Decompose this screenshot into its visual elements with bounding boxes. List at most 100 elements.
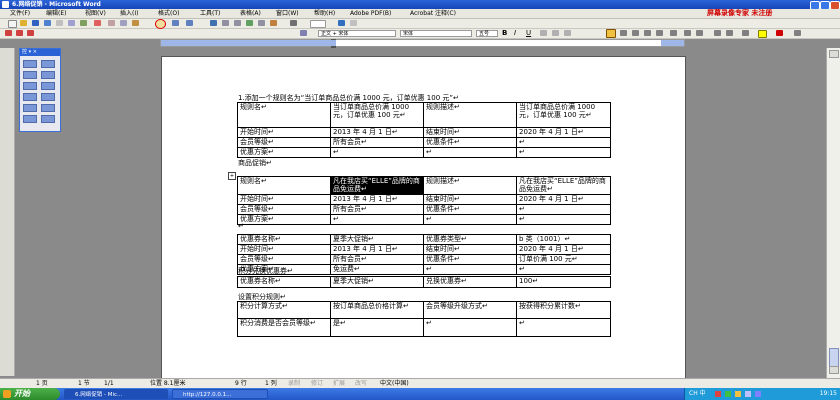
table-cell[interactable]: 2020 年 4 月 1 日↵ bbox=[516, 127, 611, 138]
table-cell[interactable]: 开始时间↵ bbox=[237, 127, 331, 138]
table-rule-1[interactable]: 规则名↵ 当订单商品总价满 1000 元，订单优惠 100 元↵ 规则描述↵ 当… bbox=[237, 102, 611, 158]
table-cell[interactable]: ↵ bbox=[423, 318, 517, 337]
italic-button[interactable]: I bbox=[514, 29, 516, 38]
table-cell[interactable]: 结束时间↵ bbox=[423, 244, 517, 255]
table-cell[interactable]: ↵ bbox=[330, 214, 424, 225]
table-cell[interactable]: ↵ bbox=[516, 204, 611, 215]
table-cell[interactable]: 订单价满 100 元↵ bbox=[516, 254, 611, 265]
table-cell[interactable]: 优惠方案↵ bbox=[237, 147, 331, 158]
design-mode-icon[interactable] bbox=[23, 60, 37, 68]
table-cell[interactable]: b 类（1001）↵ bbox=[516, 234, 611, 245]
pdf-email-icon[interactable] bbox=[16, 30, 23, 36]
table-cell[interactable]: 规则描述↵ bbox=[423, 102, 517, 128]
menu-tools[interactable]: 工具(T) bbox=[200, 9, 220, 18]
table-cell[interactable]: 优惠券名称↵ bbox=[237, 234, 331, 245]
align-right-icon[interactable] bbox=[632, 30, 639, 36]
table-cell[interactable]: 所有会员↵ bbox=[330, 204, 424, 215]
highlight-icon[interactable] bbox=[758, 30, 767, 38]
table-cell[interactable]: 会员等级升级方式↵ bbox=[423, 301, 517, 319]
textbox-control-icon[interactable] bbox=[41, 71, 55, 79]
format-painter-icon[interactable] bbox=[155, 19, 166, 29]
scroll-up-icon[interactable] bbox=[829, 50, 839, 58]
menu-table[interactable]: 表格(A) bbox=[240, 9, 261, 18]
new-icon[interactable] bbox=[8, 20, 17, 28]
table-cell[interactable]: 结束时间↵ bbox=[423, 127, 517, 138]
table-points-rules[interactable]: 积分计算方式↵ 按订单商品总价格计算↵ 会员等级升级方式↵ 按获得积分累计数↵ … bbox=[237, 301, 611, 337]
increase-indent-icon[interactable] bbox=[726, 30, 733, 36]
table-cell[interactable]: 免运费↵ bbox=[330, 264, 424, 275]
table-cell[interactable]: 优惠券名称↵ bbox=[237, 276, 331, 288]
distribute-icon[interactable] bbox=[656, 30, 663, 36]
radio-control-icon[interactable] bbox=[41, 82, 55, 90]
columns-icon[interactable] bbox=[258, 20, 265, 26]
open-icon[interactable] bbox=[20, 20, 27, 26]
menu-acrobat[interactable]: Acrobat 注释(C) bbox=[410, 9, 456, 18]
table-cell[interactable]: 100↵ bbox=[516, 276, 611, 288]
task-word[interactable]: 6.网络促销 - Mic... bbox=[64, 389, 168, 399]
bold-button[interactable]: B bbox=[502, 29, 507, 38]
toggle-control-icon[interactable] bbox=[23, 104, 37, 112]
menu-view[interactable]: 视图(V) bbox=[85, 9, 106, 18]
table-coupon[interactable]: 优惠券名称↵ 夏季大促销↵ 优惠券类型↵ b 类（1001）↵ 开始时间↵ 20… bbox=[237, 234, 611, 275]
table-cell[interactable]: 当订单商品总价满 1000 元，订单优惠 100 元↵ bbox=[330, 102, 424, 128]
heading-points-exchange[interactable]: 积分兑换优惠券↵ bbox=[238, 267, 293, 276]
tray-app-icon[interactable] bbox=[735, 391, 741, 397]
table-cell[interactable]: 会员等级↵ bbox=[237, 204, 331, 215]
table-cell[interactable]: 所有会员↵ bbox=[330, 137, 424, 148]
char-shading-icon[interactable] bbox=[552, 30, 559, 36]
table-cell[interactable]: 积分计算方式↵ bbox=[237, 301, 331, 319]
print-preview-icon[interactable] bbox=[68, 20, 75, 26]
table-cell[interactable]: 2013 年 4 月 1 日↵ bbox=[330, 244, 424, 255]
size-combo[interactable]: 五号 bbox=[476, 30, 498, 37]
vertical-scrollbar[interactable] bbox=[826, 48, 840, 378]
table-cell[interactable]: 是↵ bbox=[330, 318, 424, 337]
scroll-down-icon[interactable] bbox=[829, 366, 839, 374]
table-cell[interactable]: 优惠条件↵ bbox=[423, 254, 517, 265]
spin-control-icon[interactable] bbox=[41, 104, 55, 112]
print-icon[interactable] bbox=[56, 20, 63, 26]
zoom-combo[interactable] bbox=[310, 20, 326, 28]
char-border-icon[interactable] bbox=[540, 30, 547, 36]
table-cell[interactable]: 开始时间↵ bbox=[237, 194, 331, 205]
tray-app-icon[interactable] bbox=[725, 391, 731, 397]
empty-paragraph[interactable]: ↵ bbox=[238, 222, 244, 231]
menu-adobe-pdf[interactable]: Adobe PDF(B) bbox=[350, 9, 391, 18]
permission-icon[interactable] bbox=[44, 20, 51, 26]
table-cell[interactable]: 2013 年 4 月 1 日↵ bbox=[330, 127, 424, 138]
table-cell[interactable]: ↵ bbox=[423, 214, 517, 225]
task-browser[interactable]: http://127.0.0.1... bbox=[172, 389, 268, 399]
insert-table-icon[interactable] bbox=[234, 20, 241, 26]
table-cell[interactable]: ↵ bbox=[516, 147, 611, 158]
menu-window[interactable]: 窗口(W) bbox=[276, 9, 299, 18]
table-cell[interactable]: 积分消费是否会员等级↵ bbox=[237, 318, 331, 337]
pdf-review-icon[interactable] bbox=[27, 30, 34, 36]
menu-file[interactable]: 文件(F) bbox=[10, 9, 30, 18]
hyperlink-icon[interactable] bbox=[210, 20, 217, 26]
table-cell[interactable]: 会员等级↵ bbox=[237, 254, 331, 265]
combobox-control-icon[interactable] bbox=[41, 93, 55, 101]
input-method[interactable]: CH 中 bbox=[689, 388, 706, 400]
table-cell[interactable]: ↵ bbox=[516, 137, 611, 148]
table-cell[interactable]: 夏季大促销↵ bbox=[330, 276, 424, 288]
copy-icon[interactable] bbox=[120, 20, 127, 26]
table-cell[interactable]: 当订单商品总价满 1000 元，订单优惠 100 元↵ bbox=[516, 102, 611, 128]
menu-insert[interactable]: 插入(I) bbox=[120, 9, 138, 18]
drawing-icon[interactable] bbox=[270, 20, 277, 26]
menu-edit[interactable]: 编辑(E) bbox=[46, 9, 66, 18]
undo-icon[interactable] bbox=[172, 20, 179, 26]
table-cell[interactable]: 所有会员↵ bbox=[330, 254, 424, 265]
table-cell[interactable]: 凡在我店买“ELLE”品牌的商品免运费↵ bbox=[516, 176, 611, 195]
decrease-indent-icon[interactable] bbox=[714, 30, 721, 36]
image-control-icon[interactable] bbox=[41, 115, 55, 123]
align-center-icon[interactable] bbox=[620, 30, 627, 36]
table-cell[interactable]: 开始时间↵ bbox=[237, 244, 331, 255]
numbering-icon[interactable] bbox=[684, 30, 691, 36]
volume-icon[interactable] bbox=[745, 391, 751, 397]
table-cell[interactable]: 会员等级↵ bbox=[237, 137, 331, 148]
table-cell[interactable]: ↵ bbox=[516, 318, 611, 337]
align-left-icon[interactable] bbox=[606, 29, 616, 38]
save-icon[interactable] bbox=[32, 20, 39, 26]
underline-button[interactable]: U bbox=[526, 29, 531, 38]
table-cell[interactable]: 结束时间↵ bbox=[423, 194, 517, 205]
table-cell[interactable]: ↵ bbox=[516, 214, 611, 225]
